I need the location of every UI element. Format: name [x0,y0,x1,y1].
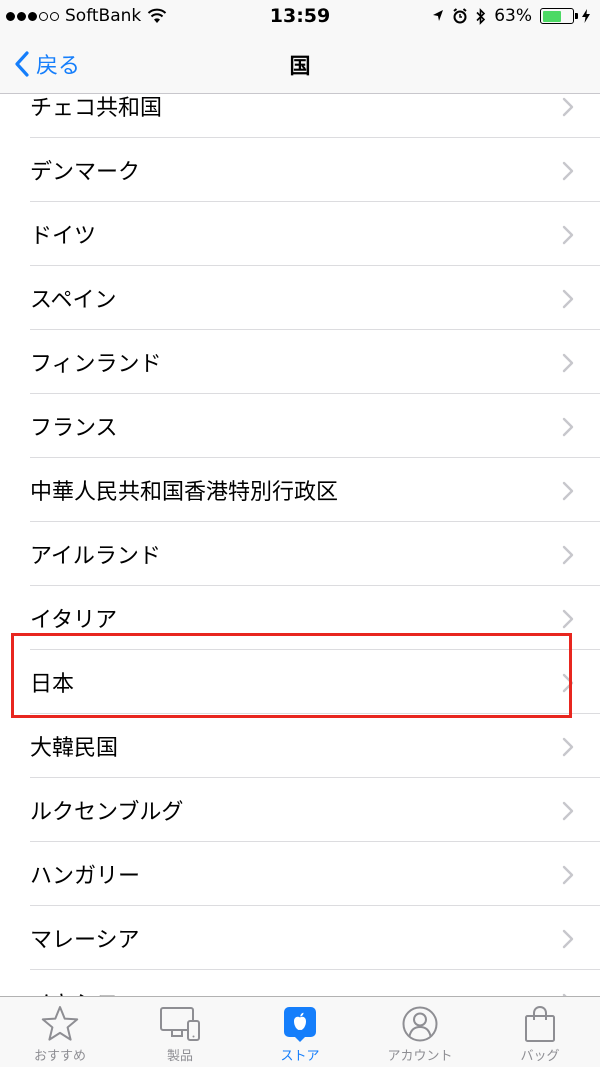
status-right: 63% [432,6,590,26]
list-item[interactable]: スペイン [0,266,600,330]
list-item[interactable]: イタリア [0,586,600,650]
list-item[interactable]: フランス [0,394,600,458]
country-name: チェコ共和国 [30,96,163,121]
bluetooth-icon [476,7,486,25]
tab-bar: おすすめ 製品 ストア アカウント バッグ [0,996,600,1067]
chevron-right-icon [562,161,574,181]
chevron-right-icon [562,225,574,245]
chevron-right-icon [562,417,574,437]
tab-store[interactable]: ストア [240,997,360,1067]
chevron-right-icon [562,801,574,821]
chevron-right-icon [562,673,574,693]
chevron-right-icon [562,289,574,309]
country-name: アイルランド [30,544,161,569]
account-icon [402,1006,438,1042]
list-item[interactable]: ルクセンブルグ [0,778,600,842]
list-item[interactable]: 日本 [0,650,600,714]
apple-store-icon [284,1007,316,1042]
charging-bolt-icon [582,9,590,23]
tab-label: おすすめ [33,1049,86,1064]
devices-icon [160,1007,200,1041]
list-item[interactable]: チェコ共和国 [0,94,600,138]
tab-label: アカウント [387,1049,453,1064]
chevron-right-icon [562,353,574,373]
country-name: 大韓民国 [30,736,119,761]
country-name: 日本 [30,672,75,697]
country-name: フランス [30,416,118,441]
tab-featured[interactable]: おすすめ [0,997,120,1067]
chevron-right-icon [562,929,574,949]
list-item[interactable]: アイルランド [0,522,600,586]
list-item[interactable]: 中華人民共和国香港特別行政区 [0,458,600,522]
list-item[interactable]: 大韓民国 [0,714,600,778]
tab-account[interactable]: アカウント [360,997,480,1067]
country-name: 中華人民共和国香港特別行政区 [30,480,339,505]
chevron-right-icon [562,481,574,501]
chevron-right-icon [562,737,574,757]
country-name: フィンランド [30,352,162,377]
list-item[interactable]: デンマーク [0,138,600,202]
country-name: ドイツ [30,224,97,249]
battery-percent: 63% [494,6,532,26]
star-icon [41,1006,79,1041]
navigation-bar: 戻る 国 [0,34,600,94]
country-name: マレーシア [30,928,140,953]
bag-icon [525,1005,555,1042]
list-item[interactable]: フィンランド [0,330,600,394]
tab-bag[interactable]: バッグ [480,997,600,1067]
list-item[interactable]: マレーシア [0,906,600,970]
country-name: メキシコ [30,986,118,996]
chevron-right-icon [562,545,574,565]
tab-label: バッグ [520,1049,560,1064]
country-list-content: チェコ共和国 デンマークドイツスペインフィンランド フランス中華人民共和国香港特別行… [0,94,600,996]
country-name: スペイン [30,288,117,313]
status-bar: SoftBank 13:59 63% [0,0,600,34]
battery-icon [540,8,578,24]
tab-products[interactable]: 製品 [120,997,240,1067]
country-name: デンマーク [30,160,141,185]
country-list[interactable]: チェコ共和国 デンマークドイツスペインフィンランド フランス中華人民共和国香港特別行… [0,94,600,996]
chevron-right-icon [562,97,574,117]
tab-label: 製品 [166,1049,193,1064]
alarm-icon [453,8,467,24]
battery-level [542,10,561,22]
list-item[interactable]: ドイツ [0,202,600,266]
chevron-right-icon [562,865,574,885]
country-name: イタリア [30,608,118,633]
list-item[interactable]: ハンガリー [0,842,600,906]
tab-label: ストア [280,1049,320,1064]
country-name: ルクセンブルグ [30,800,184,825]
chevron-right-icon [562,609,574,629]
page-title: 国 [289,54,311,78]
list-item[interactable]: メキシコ [0,970,600,996]
country-name: ハンガリー [30,864,141,889]
location-icon [433,10,444,21]
